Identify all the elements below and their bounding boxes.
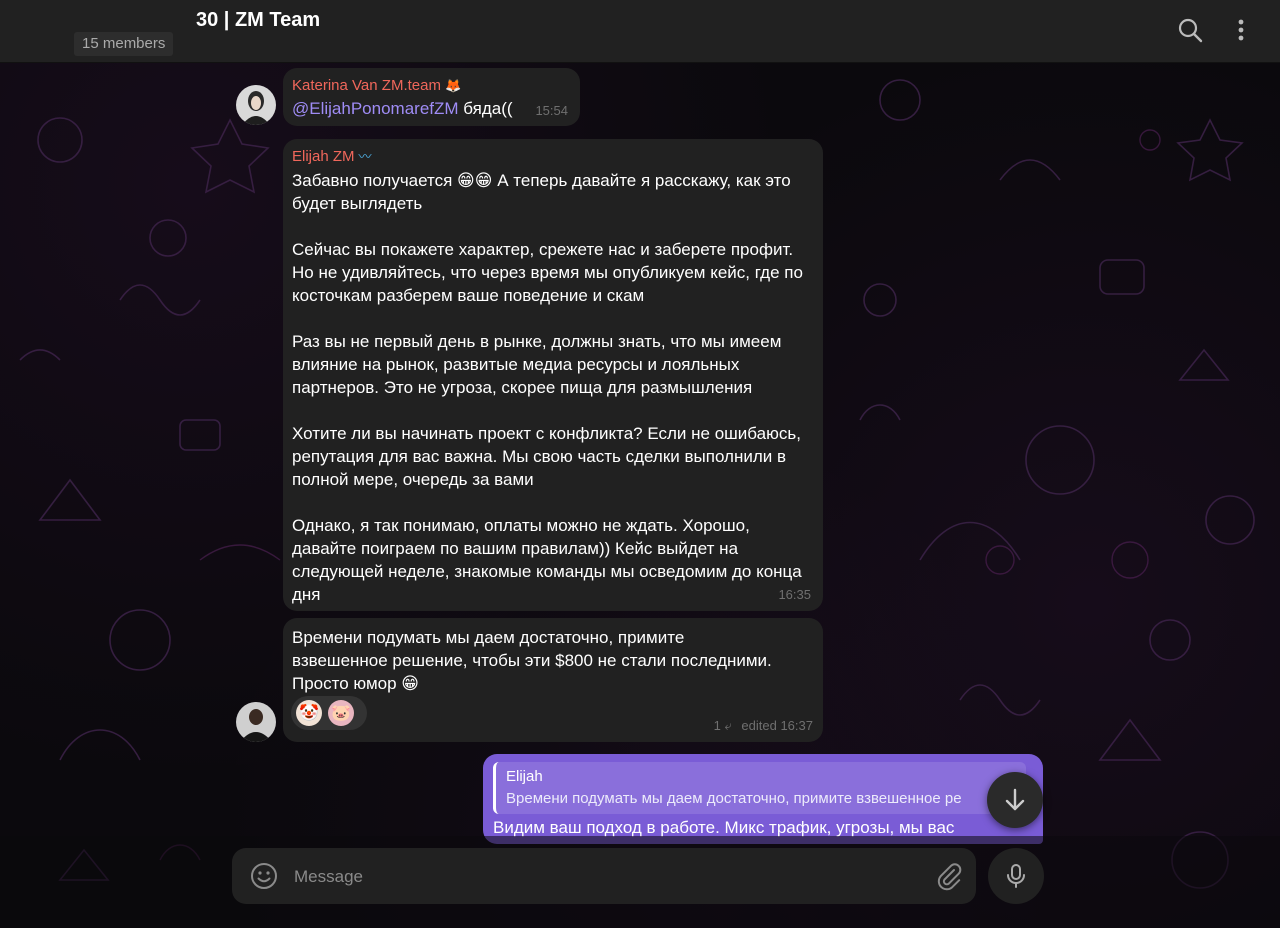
attach-button[interactable] [932,860,964,892]
title-overlay [0,0,196,34]
paperclip-icon [937,863,962,891]
members-count: 15 members [74,32,174,56]
edited-time: edited 16:37 [741,718,813,733]
message-text: бяда(( [463,99,513,118]
message-paragraph: Однако, я так понимаю, оплаты можно не ж… [292,516,802,604]
sender-emblem-icon: 🦊 [444,79,462,94]
reply-author: Elijah [506,768,543,785]
avatar-elijah[interactable] [236,702,276,742]
message-bubble[interactable]: Времени подумать мы даем достаточно, при… [283,618,823,742]
arrow-down-icon [1005,788,1025,811]
outgoing-message[interactable]: Elijah Времени подумать мы даем достаточ… [483,754,1043,844]
reply-count[interactable]: 1 [714,718,721,733]
reply-arrow-icon: ⤶ [724,718,732,733]
avatar-katerina[interactable] [236,85,276,125]
search-icon [1178,18,1203,43]
reactions-bar[interactable]: 🤡 🐷 [291,696,367,730]
message-line: Времени подумать мы даем достаточно, при… [292,628,685,647]
chat-header: 30 | ZM Team 15 members [0,0,1280,63]
mention-link[interactable]: @ElijahPonomarefZM [292,99,459,118]
message-bubble[interactable]: Katerina Van ZM.team 🦊 @ElijahPonomarefZM… [283,68,580,126]
message-sender[interactable]: Katerina Van ZM.team 🦊 [292,76,571,97]
message-line: взвешенное решение, чтобы эти $800 не ст… [292,651,772,670]
composer [232,848,976,904]
sender-emblem-icon: 〰 [358,149,372,164]
message-bubble[interactable]: Elijah ZM 〰 Забавно получается 😁😁 А тепер… [283,139,823,611]
message-input[interactable] [292,860,896,894]
more-vertical-icon [1238,19,1244,41]
emoji-button[interactable] [248,860,280,892]
message-time: 15:54 [535,103,568,118]
message-paragraph: Раз вы не первый день в рынке, должны зн… [292,332,782,397]
smile-icon [251,863,277,889]
clown-reaction-icon[interactable]: 🤡 [296,700,322,726]
reply-snippet: Времени подумать мы даем достаточно, при… [506,790,962,807]
message-paragraph: Хотите ли вы начинать проект с конфликта… [292,424,801,489]
pig-reaction-icon[interactable]: 🐷 [328,700,354,726]
message-sender[interactable]: Elijah ZM 〰 [292,147,814,167]
message-time: 16:35 [778,587,811,602]
search-button[interactable] [1174,14,1206,46]
reply-quote[interactable]: Elijah Времени подумать мы даем достаточ… [493,762,1026,814]
voice-record-button[interactable] [988,848,1044,904]
outgoing-text: Видим ваш подход в работе. Микс трафик, … [493,818,955,837]
more-button[interactable] [1225,14,1257,46]
scroll-down-button[interactable] [987,772,1043,828]
message-paragraph: Забавно получается 😁😁 А теперь давайте я… [292,171,791,213]
microphone-icon [1007,864,1025,888]
message-line: Просто юмор 😁 [292,674,420,693]
message-meta: 1 ⤶ edited 16:37 [714,714,813,737]
message-paragraph: Сейчас вы покажете характер, срежете нас… [292,240,803,305]
chat-title[interactable]: 30 | ZM Team [196,9,320,32]
